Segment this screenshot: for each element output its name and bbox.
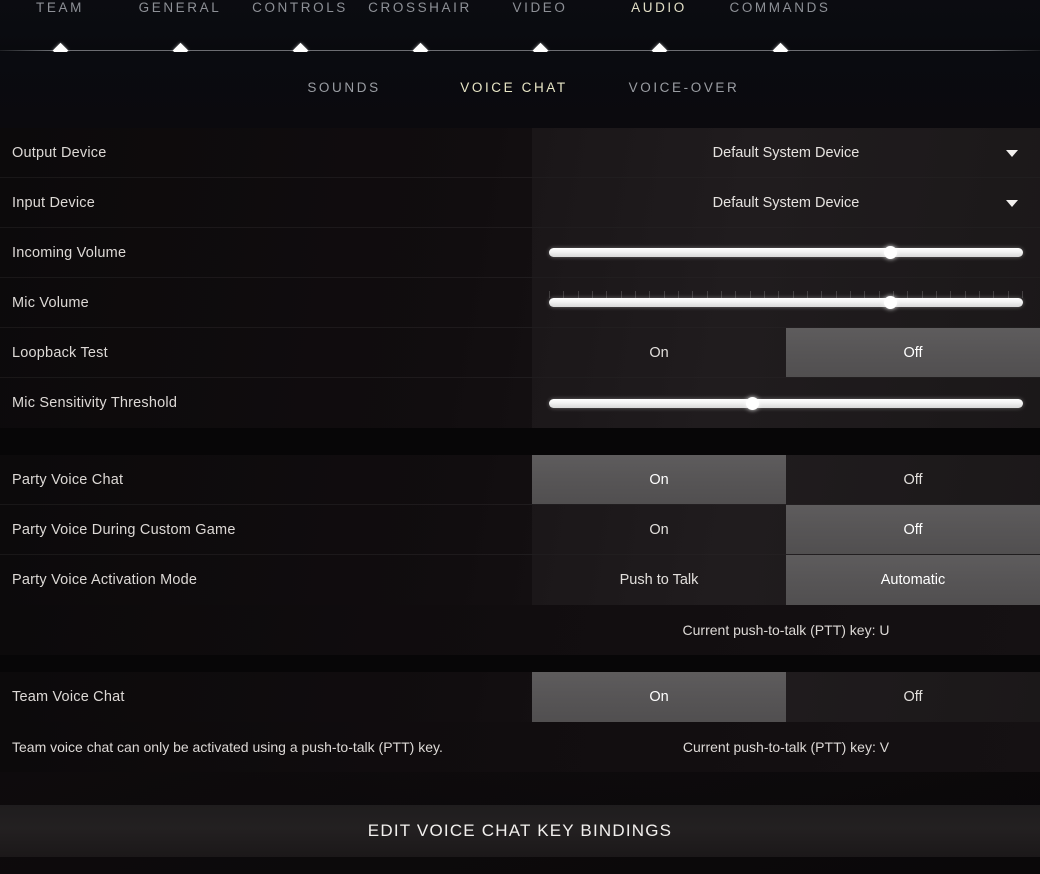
setting-row-mic-sensitivity-threshold: Mic Sensitivity Threshold [0, 378, 1040, 428]
slider-knob-mic-volume[interactable] [883, 296, 897, 309]
setting-row-party-voice-during-custom-game: Party Voice During Custom Game On Off [0, 505, 1040, 555]
subnav-tab-sounds[interactable]: SOUNDS [307, 80, 380, 95]
subnav-tab-voice-chat[interactable]: VOICE CHAT [460, 80, 568, 95]
toggle-party-voice-during-custom-game-off[interactable]: Off [786, 505, 1040, 554]
slider-wrap-mic-volume [532, 278, 1040, 327]
slider-wrap-incoming-volume [532, 228, 1040, 277]
setting-control-output-device: Default System Device [532, 128, 1040, 177]
slider-wrap-mic-sensitivity-threshold [532, 378, 1040, 428]
setting-label-mic-sensitivity-threshold: Mic Sensitivity Threshold [12, 395, 178, 411]
toggle-team-voice-chat-off[interactable]: Off [786, 672, 1040, 722]
toggle-team-voice-chat-on[interactable]: On [532, 672, 786, 722]
setting-label-party-voice-chat: Party Voice Chat [12, 471, 124, 488]
settings-screen: TEAM GENERAL CONTROLS CROSSHAIR VIDEO AUDIO CO… [0, 0, 1040, 874]
setting-control-party-voice-activation-mode: Push to Talk Automatic [532, 555, 1040, 605]
setting-row-loopback-test: Loopback Test On Off [0, 328, 1040, 378]
nav-tab-team[interactable]: TEAM [36, 0, 84, 15]
setting-control-party-voice-chat: On Off [532, 455, 1040, 504]
nav-tab-general[interactable]: GENERAL [139, 0, 222, 15]
setting-control-loopback-test: On Off [532, 328, 1040, 377]
toggle-party-voice-chat-off[interactable]: Off [786, 455, 1040, 504]
slider-mic-sensitivity-threshold[interactable] [549, 396, 1023, 410]
slider-track [549, 298, 1023, 307]
setting-control-party-voice-during-custom-game: On Off [532, 505, 1040, 554]
setting-row-team-voice-chat: Team Voice Chat On Off [0, 672, 1040, 722]
setting-row-output-device: Output Device Default System Device [0, 128, 1040, 178]
nav-tab-crosshair[interactable]: CROSSHAIR [368, 0, 472, 15]
team-ptt-key-text: Current push-to-talk (PTT) key: V [682, 739, 890, 755]
slider-knob-mic-sensitivity-threshold[interactable] [746, 396, 760, 410]
slider-track [549, 398, 1023, 408]
dropdown-value-output-device: Default System Device [712, 144, 860, 161]
secondary-nav: SOUNDS VOICE CHAT VOICE-OVER [0, 52, 1040, 128]
party-ptt-note-row: Current push-to-talk (PTT) key: U [0, 605, 1040, 655]
chevron-down-icon[interactable] [1006, 149, 1018, 157]
nav-tab-controls[interactable]: CONTROLS [252, 0, 348, 15]
dropdown-output-device[interactable]: Default System Device [532, 128, 1040, 177]
nav-tab-audio[interactable]: AUDIO [631, 0, 687, 15]
slider-incoming-volume[interactable] [549, 246, 1023, 259]
setting-row-party-voice-activation-mode: Party Voice Activation Mode Push to Talk A… [0, 555, 1040, 605]
nav-tab-video[interactable]: VIDEO [512, 0, 567, 15]
setting-row-party-voice-chat: Party Voice Chat On Off [0, 455, 1040, 505]
team-note-left: Team voice chat can only be activated us… [12, 739, 443, 755]
setting-label-output-device: Output Device [12, 144, 107, 161]
setting-label-incoming-volume: Incoming Volume [12, 244, 127, 261]
party-ptt-key-text: Current push-to-talk (PTT) key: U [682, 622, 890, 638]
setting-label-mic-volume: Mic Volume [12, 294, 89, 311]
setting-control-team-voice-chat: On Off [532, 672, 1040, 722]
toggle-loopback-test-off[interactable]: Off [786, 328, 1040, 377]
dropdown-input-device[interactable]: Default System Device [532, 178, 1040, 227]
audio-device-section: Output Device Default System Device Input … [0, 128, 1040, 428]
toggle-loopback-test-on[interactable]: On [532, 328, 786, 377]
section-divider-2 [0, 655, 1040, 672]
setting-control-input-device: Default System Device [532, 178, 1040, 227]
setting-control-incoming-volume [532, 228, 1040, 277]
nav-rule [0, 50, 1040, 51]
team-ptt-note-row: Team voice chat can only be activated us… [0, 722, 1040, 772]
setting-label-input-device: Input Device [12, 194, 95, 211]
setting-label-party-voice-during-custom-game: Party Voice During Custom Game [12, 521, 236, 538]
toggle-party-voice-chat-on[interactable]: On [532, 455, 786, 504]
team-voice-section: Team Voice Chat On Off [0, 672, 1040, 722]
setting-row-mic-volume: Mic Volume [0, 278, 1040, 328]
subnav-tab-voice-over[interactable]: VOICE-OVER [629, 80, 740, 95]
nav-tab-commands[interactable]: COMMANDS [729, 0, 830, 15]
setting-control-mic-sensitivity-threshold [532, 378, 1040, 428]
chevron-down-icon[interactable] [1006, 199, 1018, 207]
mic-level-meter-ticks [549, 290, 1023, 298]
slider-knob-incoming-volume[interactable] [883, 246, 897, 259]
setting-label-loopback-test: Loopback Test [12, 344, 108, 361]
toggle-party-voice-during-custom-game-on[interactable]: On [532, 505, 786, 554]
primary-nav: TEAM GENERAL CONTROLS CROSSHAIR VIDEO AUDIO CO… [0, 0, 1040, 59]
toggle-party-voice-activation-mode-automatic[interactable]: Automatic [786, 555, 1040, 605]
section-divider [0, 428, 1040, 455]
setting-row-input-device: Input Device Default System Device [0, 178, 1040, 228]
setting-label-party-voice-activation-mode: Party Voice Activation Mode [12, 572, 198, 588]
toggle-party-voice-activation-mode-push-to-talk[interactable]: Push to Talk [532, 555, 786, 605]
party-voice-section: Party Voice Chat On Off Party Voice During … [0, 455, 1040, 605]
slider-track [549, 248, 1023, 257]
dropdown-value-input-device: Default System Device [712, 194, 860, 211]
slider-mic-volume[interactable] [549, 296, 1023, 309]
edit-voice-chat-key-bindings-button[interactable]: EDIT VOICE CHAT KEY BINDINGS [0, 805, 1040, 857]
setting-label-team-voice-chat: Team Voice Chat [12, 689, 125, 705]
setting-control-mic-volume [532, 278, 1040, 327]
setting-row-incoming-volume: Incoming Volume [0, 228, 1040, 278]
